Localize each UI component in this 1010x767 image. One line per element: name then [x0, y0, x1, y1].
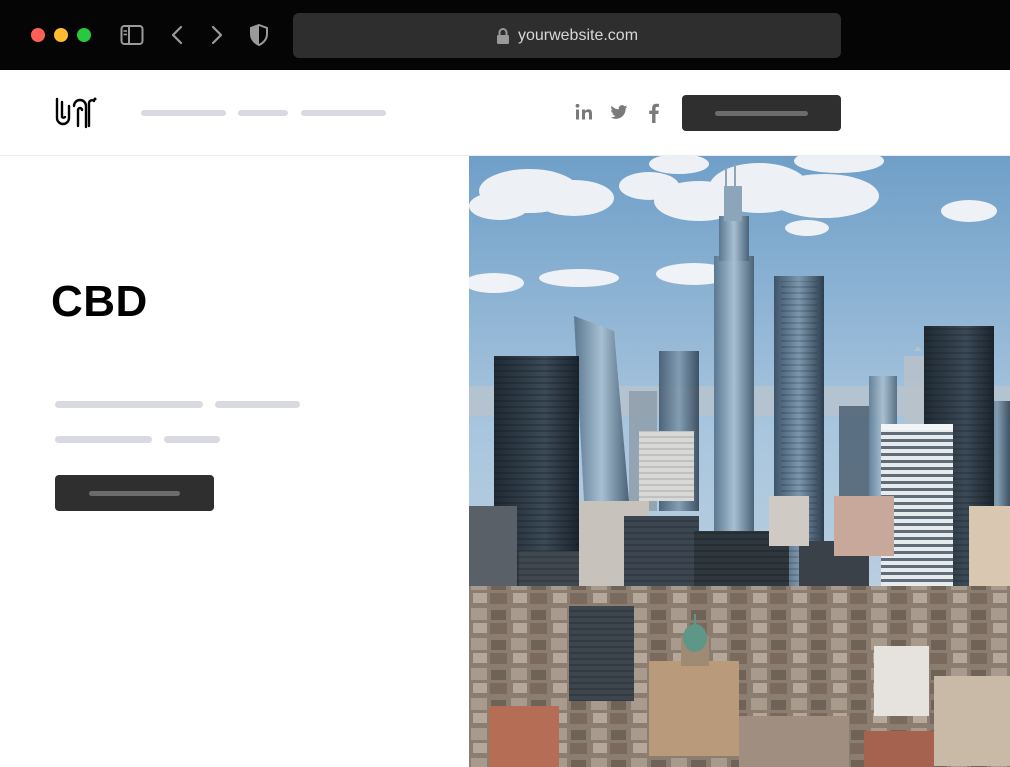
url-text: yourwebsite.com: [517, 26, 639, 44]
nav-link-placeholder-2[interactable]: [238, 110, 288, 116]
twitter-icon[interactable]: [610, 103, 628, 121]
address-bar[interactable]: yourwebsite.com: [293, 13, 841, 58]
button-label-placeholder: [715, 111, 808, 116]
maximize-window-button[interactable]: [77, 28, 91, 42]
lock-icon: [496, 27, 509, 44]
text-placeholder-line: [55, 436, 152, 443]
page-title: CBD: [51, 277, 148, 326]
browser-toolbar: yourwebsite.com: [0, 0, 1010, 70]
facebook-icon[interactable]: [645, 103, 661, 123]
back-arrow-icon[interactable]: [170, 25, 184, 45]
text-placeholder-line: [215, 401, 300, 408]
hero-cta-button[interactable]: [55, 475, 214, 511]
nav-link-placeholder-3[interactable]: [301, 110, 386, 116]
city-skyline-photo: [469, 156, 1010, 767]
text-placeholder-line: [164, 436, 220, 443]
forward-arrow-icon[interactable]: [210, 25, 224, 45]
nav-link-placeholder-1[interactable]: [141, 110, 226, 116]
logo-icon[interactable]: [54, 96, 98, 130]
minimize-window-button[interactable]: [54, 28, 68, 42]
button-label-placeholder: [89, 491, 180, 496]
shield-icon[interactable]: [249, 24, 269, 46]
linkedin-icon[interactable]: [575, 103, 593, 121]
header-cta-button[interactable]: [682, 95, 841, 131]
site-header: [0, 70, 1010, 156]
sidebar-icon[interactable]: [120, 24, 144, 46]
close-window-button[interactable]: [31, 28, 45, 42]
text-placeholder-line: [55, 401, 203, 408]
